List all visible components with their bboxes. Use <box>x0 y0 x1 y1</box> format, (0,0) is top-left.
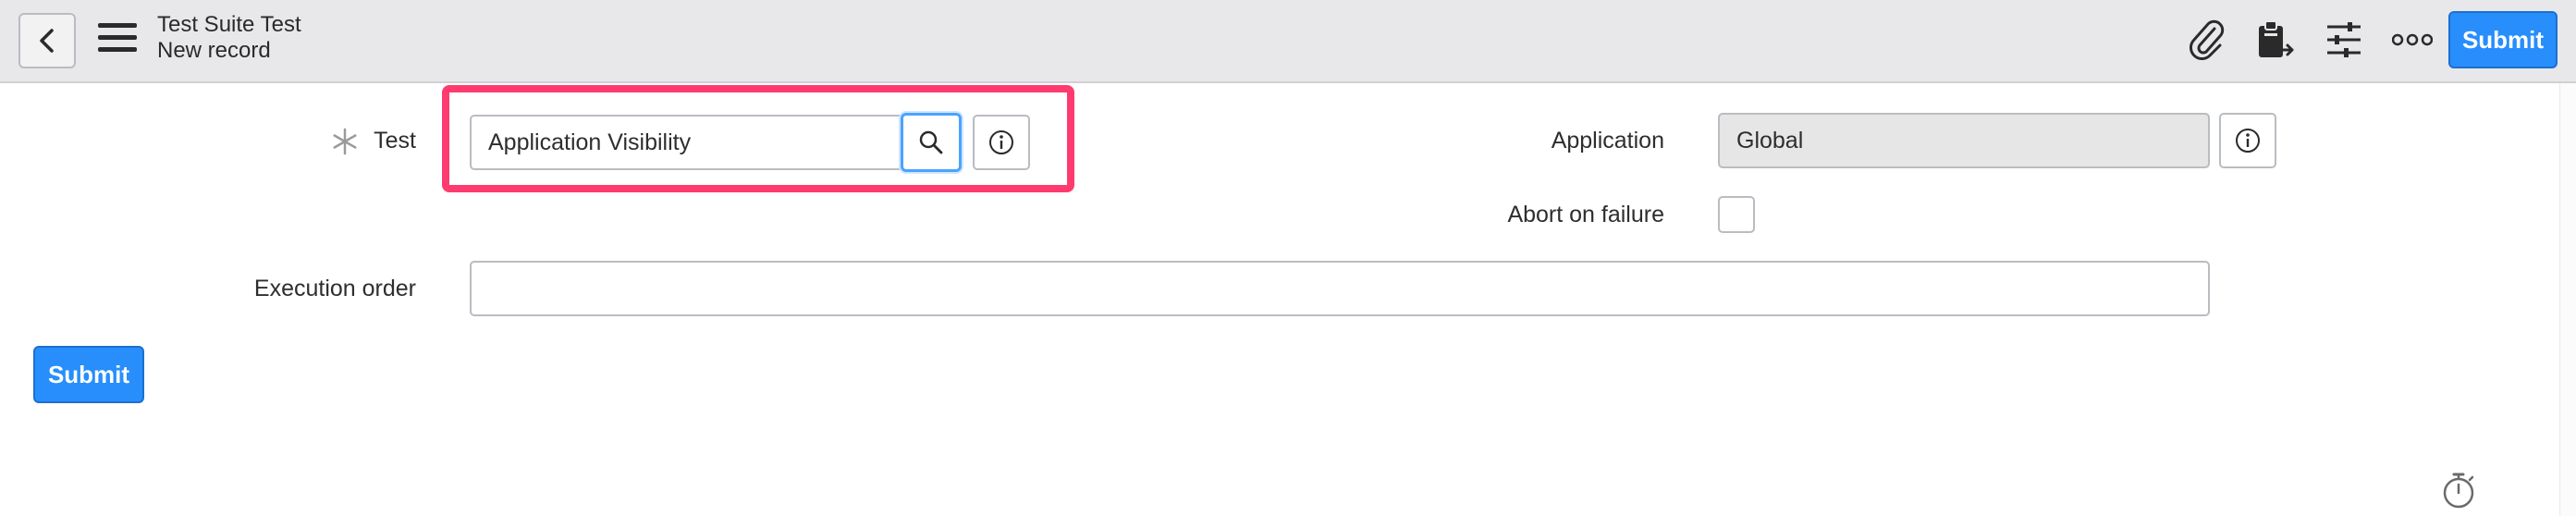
personalize-button[interactable] <box>2321 17 2367 63</box>
lookup-button[interactable] <box>901 113 962 172</box>
record-subtitle: New record <box>157 38 271 63</box>
abort-on-failure-label: Abort on failure <box>1507 202 1664 227</box>
clipboard-export-icon <box>2259 20 2294 57</box>
form-header: Test Suite Test New record Submit <box>0 0 2576 83</box>
back-button[interactable] <box>18 13 76 68</box>
execution-order-label: Execution order <box>253 276 416 301</box>
search-icon <box>919 130 943 154</box>
paperclip-icon <box>2190 19 2225 60</box>
export-button[interactable] <box>2252 17 2299 63</box>
application-label: Application <box>1551 128 1664 154</box>
sliders-icon <box>2327 22 2361 57</box>
application-info-button[interactable] <box>2219 113 2276 168</box>
more-icon <box>2392 33 2433 46</box>
scrollbar[interactable] <box>2559 83 2576 516</box>
execution-order-input[interactable] <box>470 261 2210 316</box>
record-title: Test Suite Test <box>157 12 301 37</box>
info-icon <box>2236 129 2260 153</box>
header-submit-button[interactable]: Submit <box>2448 11 2558 68</box>
attachment-button[interactable] <box>2184 17 2230 63</box>
back-icon <box>40 29 54 53</box>
test-reference-input[interactable]: Application Visibility <box>470 115 904 170</box>
application-field: Global <box>1718 113 2210 168</box>
info-icon <box>989 130 1013 154</box>
abort-on-failure-checkbox[interactable] <box>1718 196 1755 233</box>
test-info-button[interactable] <box>973 115 1030 170</box>
test-label: Test <box>374 128 416 154</box>
more-options-button[interactable] <box>2389 17 2435 63</box>
form-submit-button[interactable]: Submit <box>33 346 144 403</box>
menu-icon[interactable] <box>98 22 137 54</box>
stopwatch-icon[interactable] <box>2439 470 2478 510</box>
